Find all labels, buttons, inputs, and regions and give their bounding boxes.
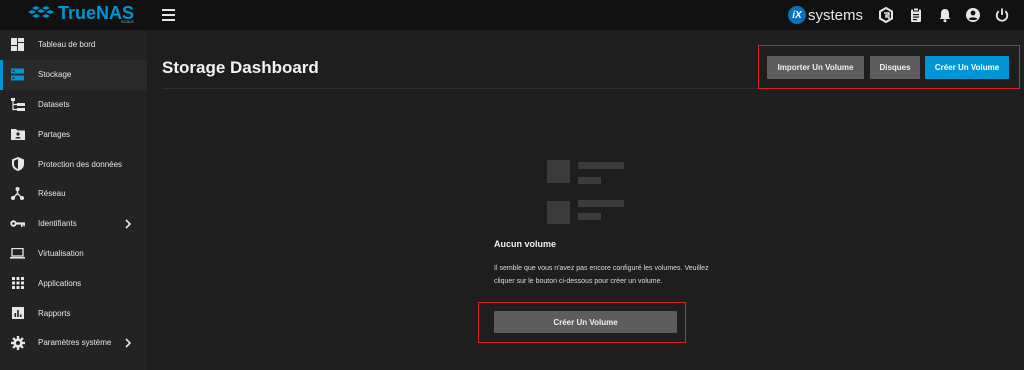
- sidebar-item-label: Tableau de bord: [38, 40, 96, 50]
- sidebar-item-label: Virtualisation: [38, 248, 84, 258]
- sidebar-item-system-settings[interactable]: Paramètres système: [0, 328, 147, 358]
- header-actions-highlight: Importer Un Volume Disques Créer Un Volu…: [758, 45, 1020, 89]
- sidebar-item-datasets[interactable]: Datasets: [0, 90, 147, 120]
- sidebar-item-label: Rapports: [38, 308, 71, 318]
- sidebar-item-credentials[interactable]: Identifiants: [0, 209, 147, 239]
- key-icon: [10, 216, 25, 231]
- account-circle-icon[interactable]: [965, 7, 981, 23]
- sidebar-item-reports[interactable]: Rapports: [0, 298, 147, 328]
- ixsystems-logo[interactable]: iX systems: [788, 5, 863, 25]
- sidebar-item-dashboard[interactable]: Tableau de bord: [0, 30, 147, 60]
- laptop-icon: [10, 246, 25, 261]
- sidebar: Tableau de bord Stockage Datasets Partag…: [0, 30, 147, 370]
- sidebar-item-virtualization[interactable]: Virtualisation: [0, 239, 147, 269]
- sidebar-item-label: Réseau: [38, 189, 66, 199]
- sidebar-item-data-protection[interactable]: Protection des données: [0, 149, 147, 179]
- truenas-logo[interactable]: TrueNAS SCALE: [28, 4, 134, 26]
- chart-icon: [10, 306, 25, 321]
- clipboard-icon[interactable]: [908, 7, 924, 23]
- disks-button[interactable]: Disques: [870, 56, 920, 79]
- truenas-logo-icon: [28, 6, 54, 18]
- empty-state-title: Aucun volume: [494, 239, 557, 249]
- truecommand-icon[interactable]: [878, 7, 894, 23]
- sidebar-item-shares[interactable]: Partages: [0, 119, 147, 149]
- page-title: Storage Dashboard: [162, 58, 319, 77]
- sidebar-item-label: Paramètres système: [38, 338, 112, 348]
- shield-icon: [10, 157, 25, 172]
- chevron-right-icon: [125, 219, 132, 229]
- ix-badge: iX: [788, 6, 806, 24]
- network-icon: [10, 186, 25, 201]
- create-volume-button[interactable]: Créer Un Volume: [925, 56, 1009, 79]
- import-volume-button[interactable]: Importer Un Volume: [767, 56, 864, 79]
- power-icon[interactable]: [994, 7, 1010, 23]
- sidebar-item-label: Stockage: [38, 70, 72, 80]
- datasets-icon: [10, 97, 25, 112]
- sidebar-item-network[interactable]: Réseau: [0, 179, 147, 209]
- sidebar-item-label: Applications: [38, 278, 82, 288]
- sidebar-item-label: Identifiants: [38, 219, 77, 229]
- chevron-right-icon: [125, 338, 132, 348]
- hamburger-icon[interactable]: [162, 9, 175, 21]
- bell-icon[interactable]: [937, 7, 953, 23]
- storage-icon: [10, 67, 25, 82]
- create-volume-highlight: Créer Un Volume: [478, 302, 686, 343]
- sidebar-item-apps[interactable]: Applications: [0, 268, 147, 298]
- empty-state-description: Il semble que vous n'avez pas encore con…: [494, 265, 709, 285]
- shares-icon: [10, 127, 25, 142]
- sidebar-item-label: Partages: [38, 129, 71, 139]
- dashboard-icon: [10, 37, 25, 52]
- empty-create-volume-button[interactable]: Créer Un Volume: [494, 311, 677, 333]
- top-bar: TrueNAS SCALE iX systems: [0, 0, 1024, 30]
- sidebar-item-label: Protection des données: [38, 159, 123, 169]
- ix-systems-text: systems: [808, 6, 864, 24]
- gear-icon: [10, 335, 25, 350]
- apps-grid-icon: [10, 276, 25, 291]
- sidebar-item-label: Datasets: [38, 99, 70, 109]
- sidebar-item-storage[interactable]: Stockage: [0, 59, 147, 90]
